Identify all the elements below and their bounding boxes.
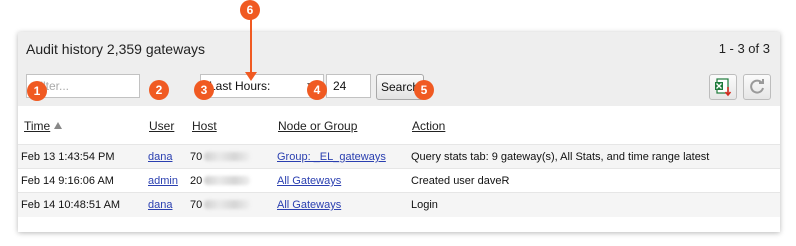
- excel-export-icon: [715, 78, 732, 97]
- time-range-select-value: Last Hours:: [209, 79, 271, 93]
- audit-table: Time User Host Node or Group Action Feb …: [18, 106, 780, 232]
- column-header-action[interactable]: Action: [412, 119, 445, 133]
- column-header-user[interactable]: User: [149, 119, 174, 133]
- host-value: 70: [190, 151, 203, 163]
- user-link[interactable]: dana: [148, 199, 172, 211]
- redacted-host-blur: [204, 200, 251, 209]
- callout-6-arrow: [245, 19, 257, 81]
- host-cell: 70: [190, 199, 251, 211]
- redacted-host-blur: [204, 152, 251, 161]
- sort-ascending-icon: [54, 122, 63, 129]
- redacted-host-blur: [204, 176, 251, 185]
- callout-6: 6: [240, 0, 260, 20]
- audit-history-panel: Audit history 2,359 gateways 1 - 3 of 3 …: [18, 32, 780, 232]
- callout-1: 1: [27, 81, 47, 101]
- table-row: Feb 14 9:16:06 AM admin 20 All Gateways …: [18, 168, 780, 193]
- action-cell: Login: [411, 199, 438, 211]
- panel-title: Audit history 2,359 gateways: [26, 41, 205, 57]
- column-header-time[interactable]: Time: [24, 119, 63, 133]
- user-link[interactable]: admin: [148, 175, 178, 187]
- node-link[interactable]: All Gateways: [277, 175, 341, 187]
- table-row: Feb 13 1:43:54 PM dana 70 Group: _EL_gat…: [18, 144, 780, 169]
- callout-5: 5: [414, 80, 434, 100]
- column-header-node-or-group[interactable]: Node or Group: [278, 119, 357, 133]
- action-cell: Created user daveR: [411, 175, 510, 187]
- host-cell: 70: [190, 151, 251, 163]
- callout-2: 2: [149, 80, 169, 100]
- callout-3: 3: [194, 80, 214, 100]
- host-value: 20: [190, 175, 203, 187]
- host-value: 70: [190, 199, 203, 211]
- time-range-select[interactable]: Last Hours:: [200, 74, 324, 98]
- time-cell: Feb 14 9:16:06 AM: [21, 175, 114, 187]
- callout-4: 4: [307, 80, 327, 100]
- user-link[interactable]: dana: [148, 151, 172, 163]
- column-header-host[interactable]: Host: [192, 119, 217, 133]
- export-excel-button[interactable]: [709, 74, 737, 100]
- refresh-button[interactable]: [743, 74, 771, 100]
- host-cell: 20: [190, 175, 251, 187]
- time-cell: Feb 14 10:48:51 AM: [21, 199, 121, 211]
- time-cell: Feb 13 1:43:54 PM: [21, 151, 115, 163]
- hours-input[interactable]: [326, 74, 371, 98]
- node-link[interactable]: Group: _EL_gateways: [277, 151, 386, 163]
- refresh-icon: [750, 79, 764, 94]
- node-link[interactable]: All Gateways: [277, 199, 341, 211]
- column-header-time-label: Time: [24, 119, 51, 133]
- action-cell: Query stats tab: 9 gateway(s), All Stats…: [411, 151, 710, 163]
- table-row: Feb 14 10:48:51 AM dana 70 All Gateways …: [18, 192, 780, 217]
- pagination-status: 1 - 3 of 3: [718, 41, 770, 56]
